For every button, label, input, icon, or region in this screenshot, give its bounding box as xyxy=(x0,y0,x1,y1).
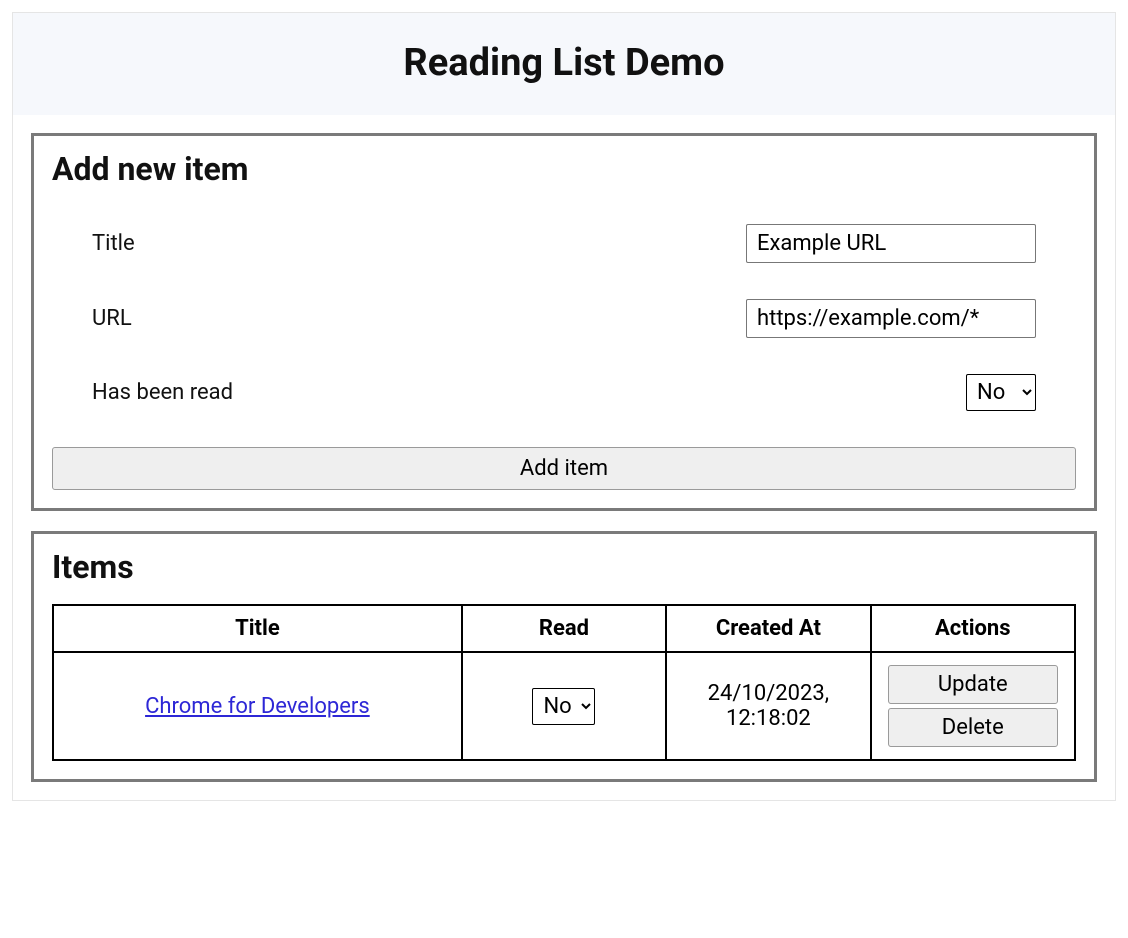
col-read: Read xyxy=(462,605,666,652)
item-created-at: 24/10/2023, 12:18:02 xyxy=(666,652,870,760)
add-item-heading: Add new item xyxy=(52,150,1076,188)
page-title: Reading List Demo xyxy=(33,41,1095,85)
read-row: Has been read No Yes xyxy=(52,356,1076,429)
update-button[interactable]: Update xyxy=(888,665,1058,704)
table-row: Chrome for Developers No 24/10/2023, 12:… xyxy=(53,652,1075,760)
read-label: Has been read xyxy=(92,380,233,405)
page-header: Reading List Demo xyxy=(13,13,1115,115)
add-item-panel: Add new item Title URL Has been read No … xyxy=(31,133,1097,511)
delete-button[interactable]: Delete xyxy=(888,708,1058,747)
url-label: URL xyxy=(92,306,132,331)
items-panel: Items Title Read Created At Actions Chro… xyxy=(31,531,1097,782)
read-select[interactable]: No Yes xyxy=(966,374,1036,411)
title-row: Title xyxy=(52,206,1076,281)
item-title-link[interactable]: Chrome for Developers xyxy=(145,694,370,719)
col-actions: Actions xyxy=(871,605,1075,652)
item-read-select[interactable]: No xyxy=(532,688,595,725)
url-row: URL xyxy=(52,281,1076,356)
title-label: Title xyxy=(92,231,135,256)
title-input[interactable] xyxy=(746,224,1036,263)
add-item-button[interactable]: Add item xyxy=(52,447,1076,490)
items-table: Title Read Created At Actions Chrome for… xyxy=(52,604,1076,761)
col-title: Title xyxy=(53,605,462,652)
items-heading: Items xyxy=(52,548,1076,586)
col-created: Created At xyxy=(666,605,870,652)
url-input[interactable] xyxy=(746,299,1036,338)
table-header-row: Title Read Created At Actions xyxy=(53,605,1075,652)
